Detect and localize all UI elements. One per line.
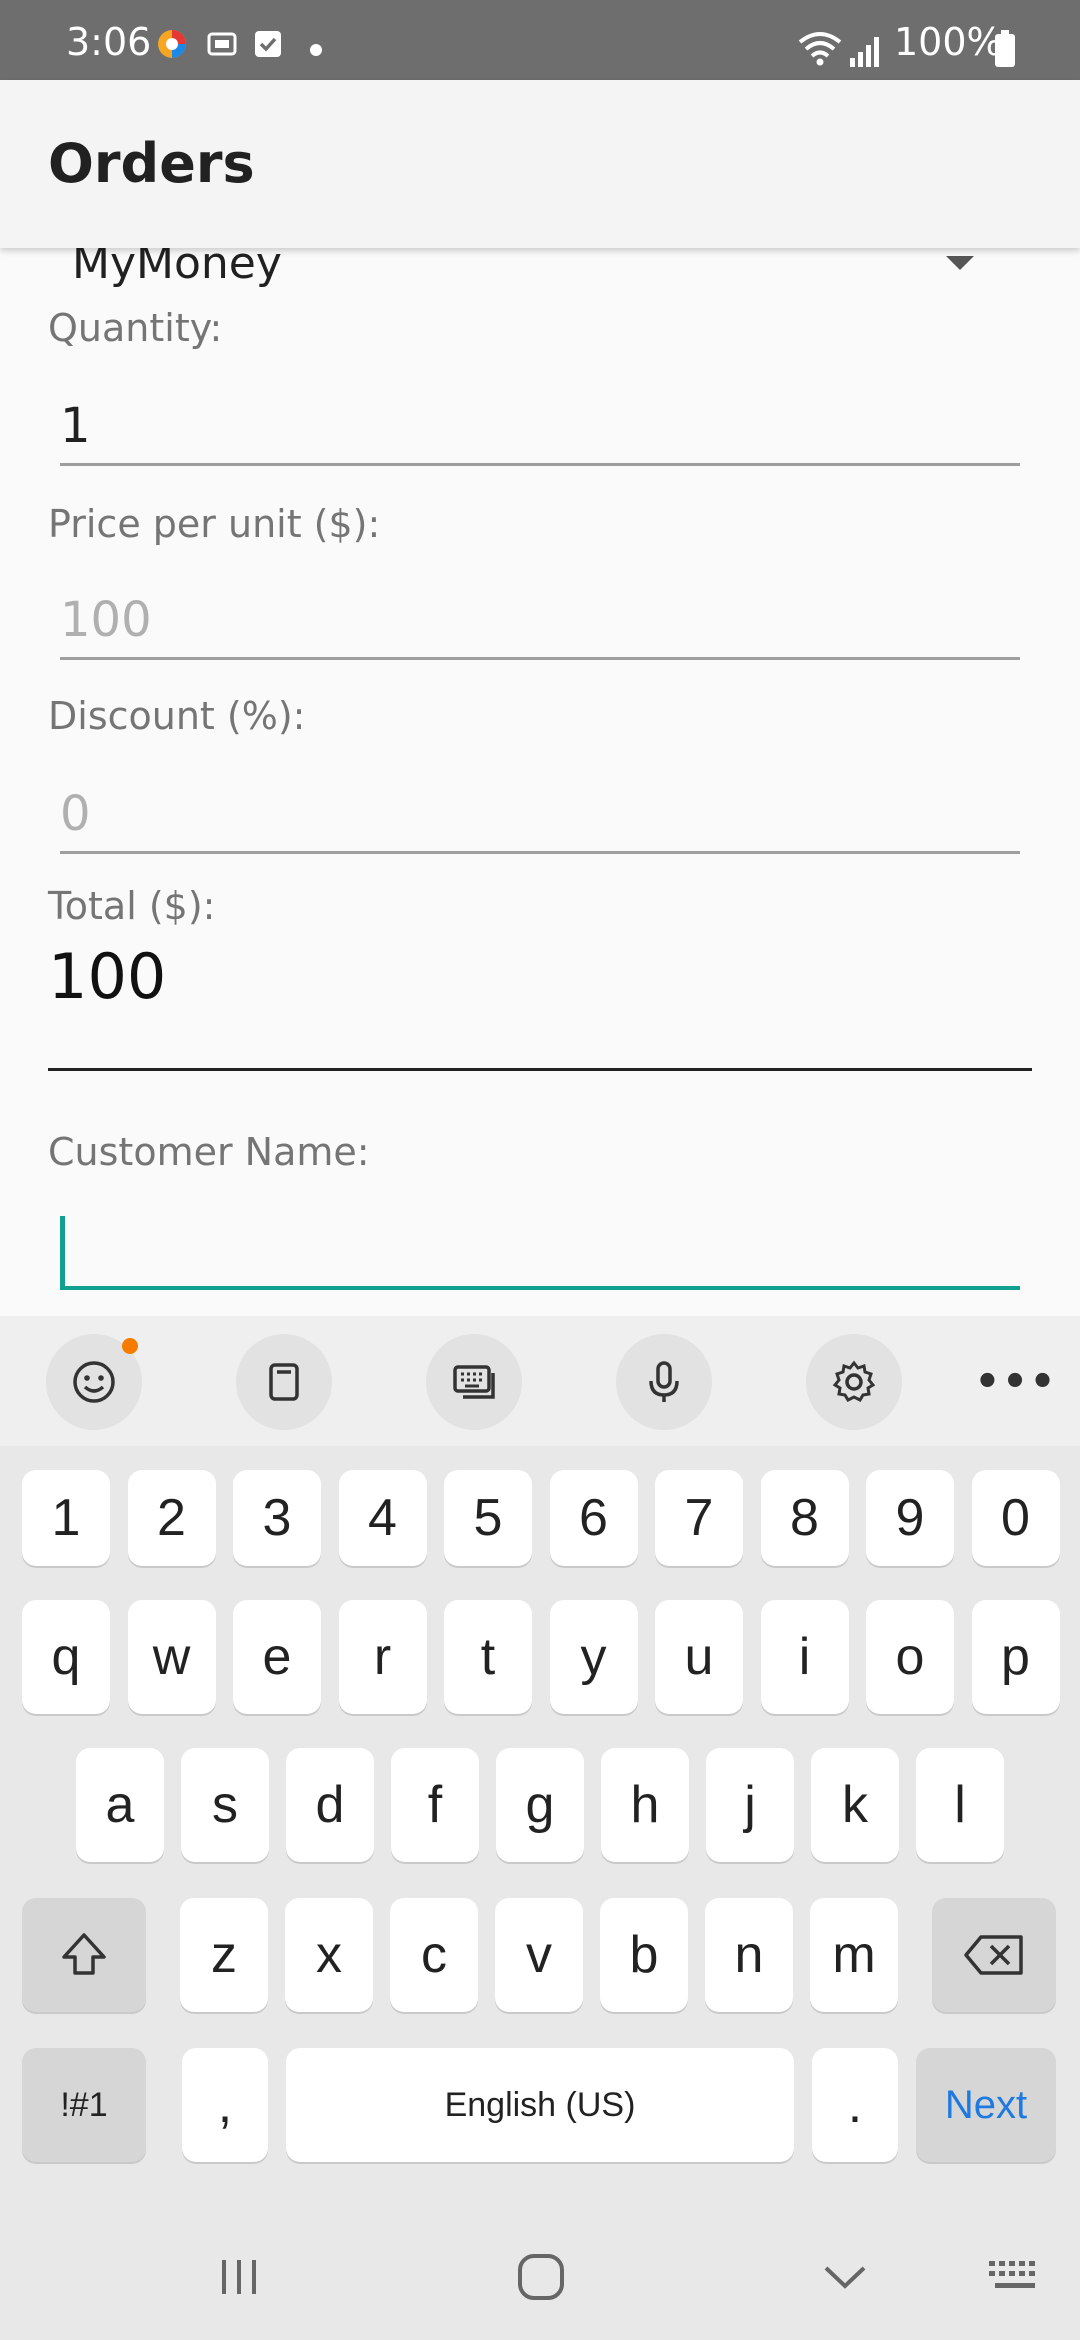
keyboard-icon <box>989 2261 1035 2288</box>
key-g[interactable]: g <box>496 1748 584 1862</box>
signal-icon <box>850 37 879 67</box>
quantity-field[interactable]: 1 <box>60 386 1020 466</box>
key-2[interactable]: 2 <box>127 1470 216 1566</box>
text-cursor <box>60 1216 65 1288</box>
chevron-down-icon <box>824 2266 866 2289</box>
comma-key[interactable]: , <box>182 2048 268 2162</box>
page-title: Orders <box>48 132 255 195</box>
price-field[interactable]: 100 <box>60 580 1020 660</box>
more-options-button[interactable]: ••• <box>975 1334 1056 1430</box>
space-key[interactable]: English (US) <box>286 2048 794 2162</box>
customer-name-input[interactable] <box>60 1210 1020 1290</box>
clipboard-button[interactable] <box>236 1334 332 1430</box>
key-a[interactable]: a <box>76 1748 164 1862</box>
home-icon <box>518 2254 564 2300</box>
cast-icon <box>207 32 237 56</box>
key-d[interactable]: d <box>286 1748 374 1862</box>
status-bar: 3:06 100% <box>0 0 1080 80</box>
symbols-key[interactable]: !#1 <box>22 2048 146 2162</box>
key-m[interactable]: m <box>810 1898 898 2012</box>
quantity-label: Quantity: <box>48 306 223 350</box>
key-e[interactable]: e <box>233 1600 321 1714</box>
keyboard-settings-button[interactable] <box>806 1334 902 1430</box>
key-n[interactable]: n <box>705 1898 793 2012</box>
key-6[interactable]: 6 <box>549 1470 638 1566</box>
status-time: 3:06 <box>66 20 152 64</box>
home-button[interactable] <box>506 2242 576 2312</box>
total-divider <box>48 1068 1032 1071</box>
key-0[interactable]: 0 <box>971 1470 1060 1566</box>
key-y[interactable]: y <box>549 1600 638 1714</box>
emoji-notification-dot <box>122 1338 138 1354</box>
key-o[interactable]: o <box>866 1600 954 1714</box>
key-z[interactable]: z <box>180 1898 268 2012</box>
discount-field[interactable]: 0 <box>60 774 1020 854</box>
period-key[interactable]: . <box>812 2048 898 2162</box>
key-b[interactable]: b <box>600 1898 688 2012</box>
customer-name-label: Customer Name: <box>48 1130 370 1174</box>
navigation-bar <box>0 2212 1080 2340</box>
key-4[interactable]: 4 <box>338 1470 427 1566</box>
price-placeholder: 100 <box>60 592 152 648</box>
key-l[interactable]: l <box>916 1748 1004 1862</box>
wifi-icon <box>798 32 842 66</box>
key-r[interactable]: r <box>338 1600 427 1714</box>
key-c[interactable]: c <box>390 1898 478 2012</box>
key-7[interactable]: 7 <box>655 1470 743 1566</box>
backspace-key[interactable] <box>932 1898 1056 2012</box>
app-bar: Orders <box>0 80 1080 248</box>
discount-placeholder: 0 <box>60 786 91 842</box>
voice-input-button[interactable] <box>616 1334 712 1430</box>
recent-apps-icon <box>222 2260 256 2294</box>
key-p[interactable]: p <box>971 1600 1060 1714</box>
key-k[interactable]: k <box>811 1748 899 1862</box>
more-icon: ••• <box>974 1359 1058 1405</box>
total-label: Total ($): <box>48 884 216 928</box>
key-5[interactable]: 5 <box>444 1470 532 1566</box>
back-button[interactable] <box>810 2242 880 2312</box>
quantity-value: 1 <box>60 398 91 454</box>
key-x[interactable]: x <box>285 1898 373 2012</box>
emoji-icon <box>73 1361 115 1403</box>
key-j[interactable]: j <box>706 1748 794 1862</box>
key-9[interactable]: 9 <box>866 1470 954 1566</box>
emoji-button[interactable] <box>46 1334 142 1430</box>
discount-label: Discount (%): <box>48 694 306 738</box>
recent-apps-button[interactable] <box>204 2242 274 2312</box>
battery-icon <box>995 30 1015 67</box>
checkbox-icon <box>255 31 281 57</box>
key-v[interactable]: v <box>495 1898 583 2012</box>
battery-percent: 100% <box>894 20 1003 64</box>
key-3[interactable]: 3 <box>233 1470 321 1566</box>
notification-dot <box>310 44 322 56</box>
settings-icon <box>832 1360 876 1402</box>
key-i[interactable]: i <box>760 1600 849 1714</box>
key-s[interactable]: s <box>181 1748 269 1862</box>
keyboard-mode-icon <box>453 1365 495 1399</box>
dropdown-caret-icon[interactable] <box>946 256 974 270</box>
microphone-icon <box>649 1361 679 1402</box>
key-1[interactable]: 1 <box>22 1470 110 1566</box>
soft-keyboard: ••• 1234567890 qwertyuiop asdfghjkl zxcvbnm… <box>0 1316 1080 2340</box>
key-8[interactable]: 8 <box>760 1470 849 1566</box>
key-f[interactable]: f <box>391 1748 479 1862</box>
total-value: 100 <box>48 940 167 1013</box>
price-label: Price per unit ($): <box>48 502 381 546</box>
keyboard-toolbar: ••• <box>0 1316 1080 1446</box>
backspace-icon <box>964 1935 1023 1975</box>
keyboard-switch-button[interactable] <box>980 2242 1050 2312</box>
shift-key[interactable] <box>22 1898 146 2012</box>
key-u[interactable]: u <box>655 1600 743 1714</box>
key-h[interactable]: h <box>601 1748 689 1862</box>
key-t[interactable]: t <box>444 1600 532 1714</box>
next-key[interactable]: Next <box>916 2048 1056 2162</box>
shift-icon <box>62 1933 106 1975</box>
key-w[interactable]: w <box>127 1600 216 1714</box>
clipboard-icon <box>269 1363 299 1401</box>
keyboard-mode-button[interactable] <box>426 1334 522 1430</box>
key-q[interactable]: q <box>22 1600 110 1714</box>
browser-app-icon <box>158 30 186 58</box>
